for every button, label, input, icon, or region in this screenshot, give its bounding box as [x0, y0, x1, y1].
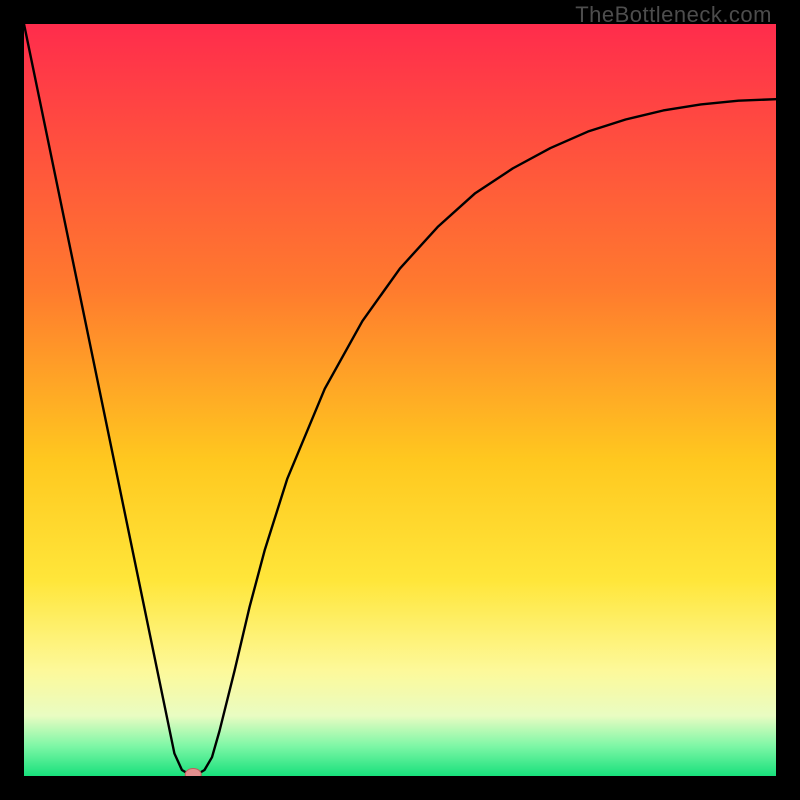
optimum-marker	[185, 769, 201, 777]
watermark-text: TheBottleneck.com	[575, 2, 772, 28]
bottleneck-chart	[24, 24, 776, 776]
chart-frame	[24, 24, 776, 776]
gradient-background	[24, 24, 776, 776]
plot-area	[24, 24, 776, 776]
